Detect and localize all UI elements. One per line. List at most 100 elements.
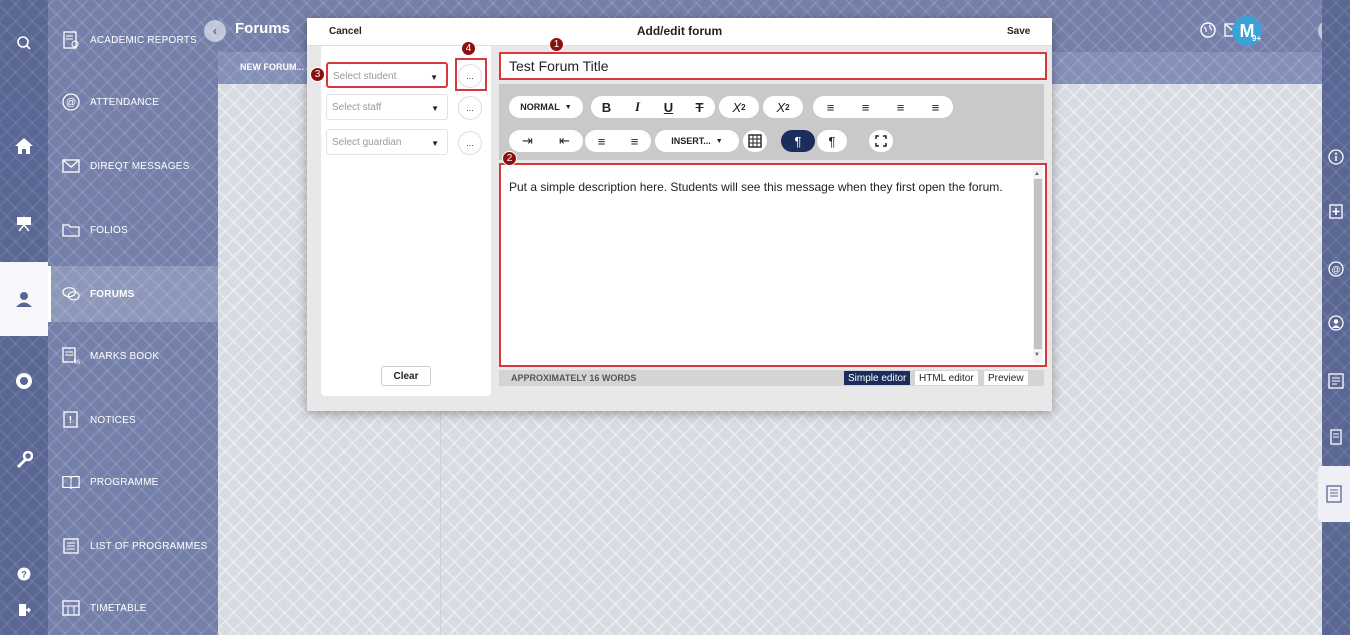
nav-item-notices[interactable]: ! NOTICES <box>48 392 218 448</box>
notes-icon[interactable] <box>1322 422 1350 452</box>
caret-down-icon: ▼ <box>430 73 438 82</box>
search-icon[interactable] <box>0 28 48 58</box>
nav-item-label: LIST OF PROGRAMMES <box>90 540 208 552</box>
editor-toolbar: NORMAL ▼ B I U T X2 X2 ≡ ≡ ≡ ≡ ⇥ ⇤ ≡ ≡ I… <box>499 84 1044 160</box>
academic-reports-icon <box>62 31 80 49</box>
caret-down-icon: ▼ <box>715 137 723 145</box>
format-dropdown[interactable]: NORMAL ▼ <box>509 96 583 118</box>
bullet-list-icon[interactable]: ≡ <box>585 134 618 149</box>
marker-4: 4 <box>461 41 476 56</box>
description-text: Put a simple description here. Students … <box>509 180 1003 194</box>
marks-book-icon: % <box>62 347 80 365</box>
nav-item-marks-book[interactable]: % MARKS BOOK <box>48 328 218 384</box>
attendance-icon[interactable]: @ <box>1322 254 1350 284</box>
folder-icon <box>62 221 80 239</box>
list-group: ≡ ≡ <box>585 130 651 152</box>
timetable-icon <box>62 599 80 617</box>
forum-title-input[interactable]: Test Forum Title <box>499 52 1047 80</box>
nav-item-folios[interactable]: FOLIOS <box>48 202 218 258</box>
nav-item-label: MARKS BOOK <box>90 350 160 362</box>
align-justify-icon[interactable]: ≡ <box>918 100 953 115</box>
wrench-icon[interactable] <box>0 445 48 475</box>
bold-icon[interactable]: B <box>591 100 622 115</box>
description-editor[interactable]: Put a simple description here. Students … <box>499 163 1047 367</box>
nav-item-label: ATTENDANCE <box>90 96 160 108</box>
italic-icon[interactable]: I <box>622 99 653 115</box>
editor-scrollbar[interactable]: ▲ ▼ <box>1033 167 1043 363</box>
insert-dropdown[interactable]: INSERT... ▼ <box>655 130 739 152</box>
nav-item-list-of-programmes[interactable]: LIST OF PROGRAMMES <box>48 518 218 574</box>
subscript-icon[interactable]: X2 <box>719 96 759 118</box>
tab-new-forum[interactable]: NEW FORUM... <box>240 62 304 72</box>
indent-group: ⇥ ⇤ <box>509 130 583 152</box>
tab-html-editor[interactable]: HTML editor <box>915 371 978 385</box>
main-nav: ACADEMIC REPORTS @ ATTENDANCE DIREQT MES… <box>48 0 218 635</box>
report-icon[interactable] <box>1322 366 1350 396</box>
editor-status-bar: APPROXIMATELY 16 WORDS Simple editor HTM… <box>499 370 1044 386</box>
clear-button[interactable]: Clear <box>381 366 431 386</box>
modal-title: Add/edit forum <box>636 24 723 38</box>
aperture-icon[interactable] <box>0 366 48 396</box>
underline-icon[interactable]: U <box>653 100 684 115</box>
paragraph-rtl-icon[interactable]: ¶ <box>817 130 847 152</box>
select-student-dropdown[interactable]: Select student ▼ <box>326 62 448 88</box>
left-icon-rail: ? <box>0 0 48 635</box>
nav-item-direqt-messages[interactable]: DIREQT MESSAGES <box>48 138 218 194</box>
marker-2: 2 <box>502 151 517 166</box>
user-icon[interactable] <box>0 262 48 336</box>
page-title: Forums <box>235 20 291 37</box>
table-icon[interactable] <box>743 130 767 152</box>
marker-1: 1 <box>549 37 564 52</box>
contact-icon[interactable] <box>1322 308 1350 338</box>
svg-text:@: @ <box>66 98 76 109</box>
indent-icon[interactable]: ⇥ <box>509 133 546 149</box>
tab-simple-editor[interactable]: Simple editor <box>844 371 911 385</box>
save-button[interactable]: Save <box>1007 26 1030 37</box>
chevron-left-icon: ‹ <box>213 24 217 38</box>
forum-panel-icon[interactable] <box>1318 466 1350 522</box>
guardian-more-button[interactable]: ... <box>458 131 482 155</box>
info-icon[interactable] <box>1322 142 1350 172</box>
nav-item-forums[interactable]: FORUMS <box>48 266 218 322</box>
notification-badge: 9+ <box>1252 34 1262 43</box>
select-guardian-dropdown[interactable]: Select guardian ▼ <box>326 129 448 155</box>
envelope-icon <box>62 157 80 175</box>
classroom-icon[interactable] <box>0 188 48 260</box>
nav-item-attendance[interactable]: @ ATTENDANCE <box>48 74 218 130</box>
text-style-group: B I U T <box>591 96 715 118</box>
svg-text:%: % <box>74 359 80 365</box>
more-button-highlight <box>455 58 487 91</box>
help-icon[interactable]: ? <box>0 562 48 586</box>
word-count: APPROXIMATELY 16 WORDS <box>511 373 637 383</box>
nav-item-label: TIMETABLE <box>90 602 147 614</box>
scroll-thumb[interactable] <box>1034 179 1042 349</box>
fullscreen-icon[interactable] <box>869 130 893 152</box>
tab-preview[interactable]: Preview <box>984 371 1028 385</box>
paragraph-ltr-icon[interactable]: ¶ <box>781 130 815 152</box>
logout-icon[interactable] <box>0 598 48 622</box>
align-center-icon[interactable]: ≡ <box>848 100 883 115</box>
align-left-icon[interactable]: ≡ <box>813 100 848 115</box>
medical-icon[interactable] <box>1322 196 1350 226</box>
superscript-icon[interactable]: X2 <box>763 96 803 118</box>
staff-more-button[interactable]: ... <box>458 96 482 120</box>
nav-item-programme[interactable]: PROGRAMME <box>48 454 218 510</box>
align-right-icon[interactable]: ≡ <box>883 100 918 115</box>
select-staff-dropdown[interactable]: Select staff ▼ <box>326 94 448 120</box>
right-icon-rail: @ <box>1318 0 1350 635</box>
strikethrough-icon[interactable]: T <box>684 100 715 115</box>
forums-icon <box>62 285 80 303</box>
numbered-list-icon[interactable]: ≡ <box>618 134 651 149</box>
back-button[interactable]: ‹ <box>204 20 226 42</box>
nav-item-academic-reports[interactable]: ACADEMIC REPORTS <box>48 12 218 68</box>
scroll-down-icon[interactable]: ▼ <box>1034 348 1040 363</box>
caret-down-icon: ▼ <box>564 103 572 111</box>
caret-down-icon: ▼ <box>431 139 439 148</box>
outdent-icon[interactable]: ⇤ <box>546 133 583 149</box>
home-icon[interactable] <box>0 118 48 174</box>
at-sign-icon: @ <box>62 93 80 111</box>
select-guardian-placeholder: Select guardian <box>332 137 402 148</box>
nav-item-label: FOLIOS <box>90 224 128 236</box>
globe-icon[interactable] <box>1198 20 1218 40</box>
nav-item-timetable[interactable]: TIMETABLE <box>48 580 218 635</box>
